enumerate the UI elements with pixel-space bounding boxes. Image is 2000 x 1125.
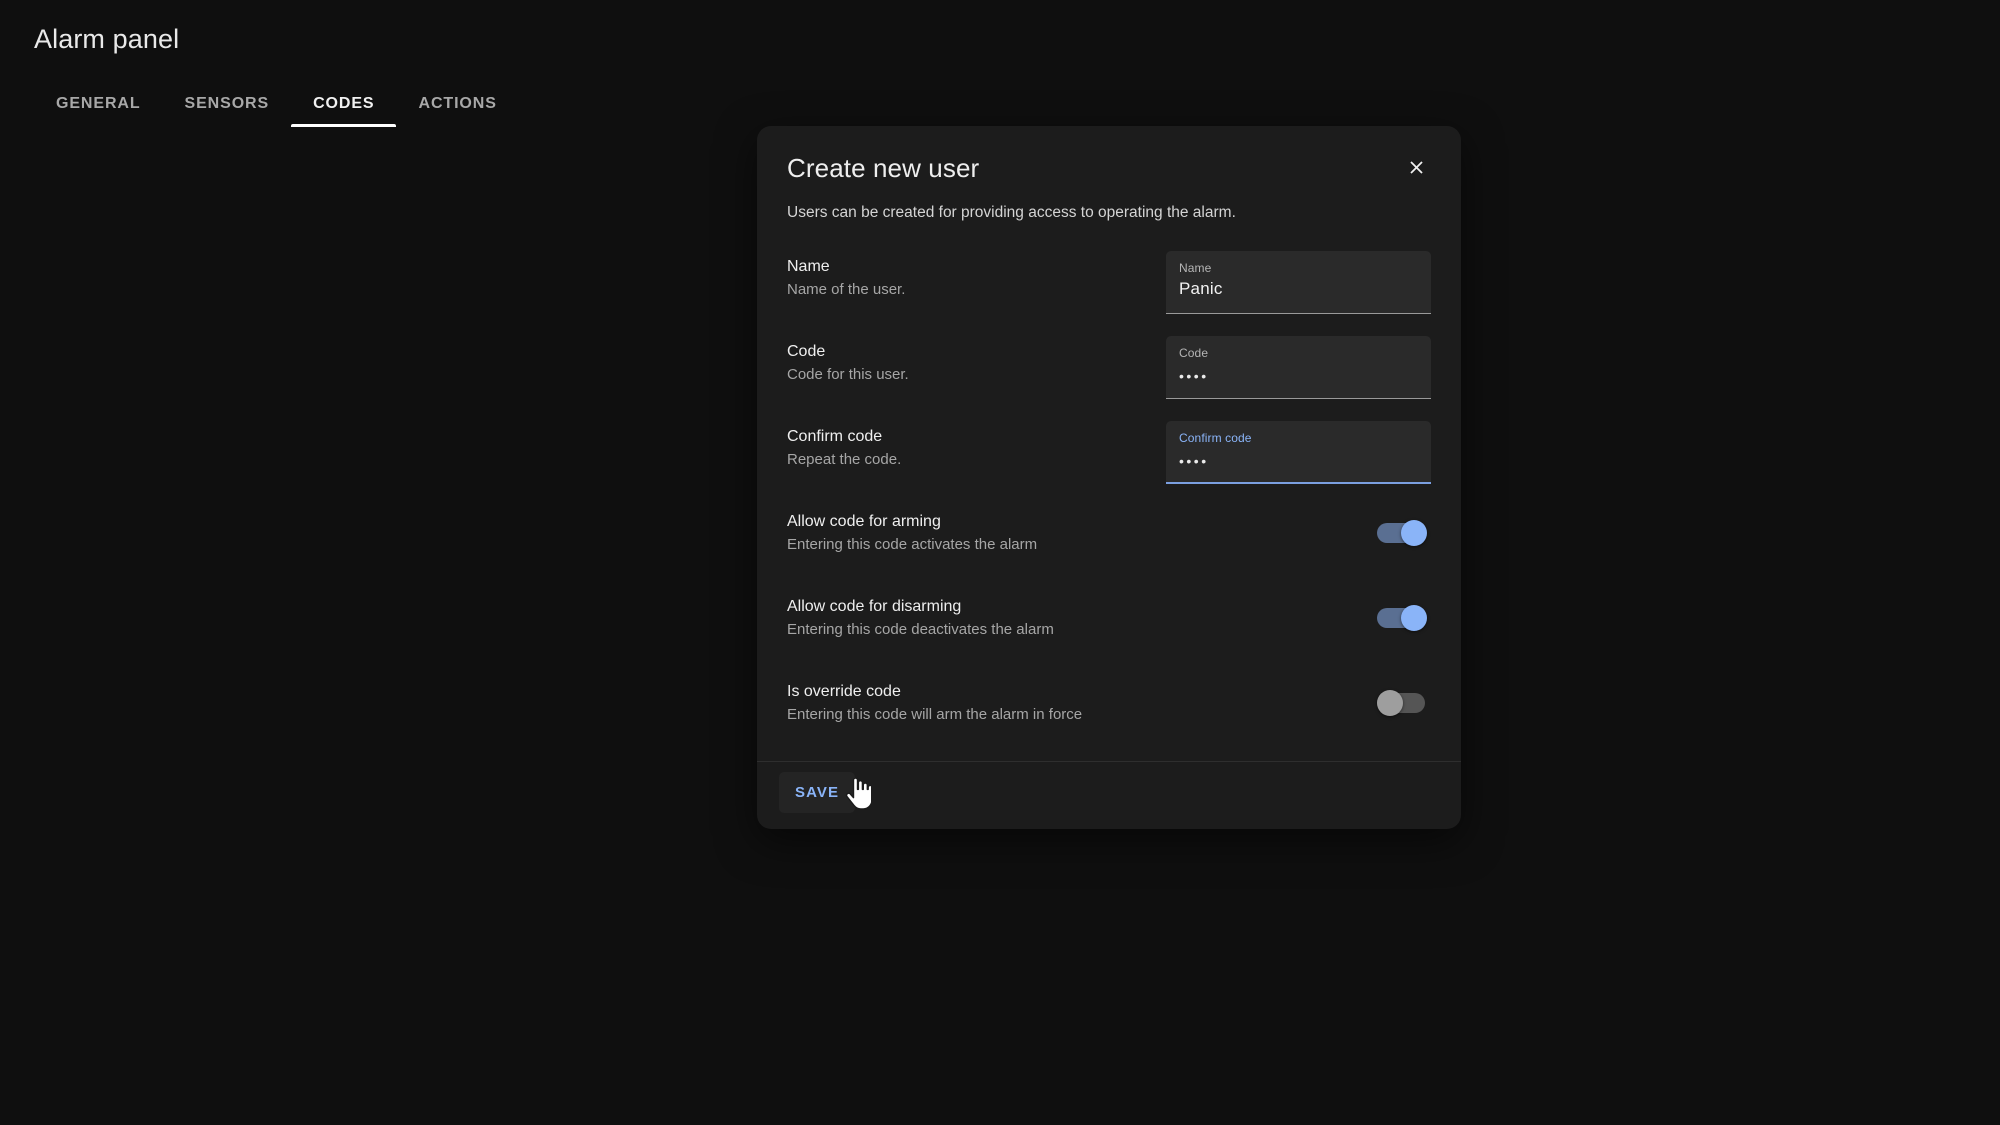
name-input[interactable]: Name Panic: [1166, 251, 1431, 314]
setting-row-confirm-code-title: Confirm code: [787, 428, 883, 445]
is-override-toggle-thumb: [1377, 690, 1403, 716]
setting-row-code-title: Code: [787, 343, 826, 360]
tab-bar: GENERAL SENSORS CODES ACTIONS: [34, 79, 2000, 127]
setting-row-is-override-desc: Entering this code will arm the alarm in…: [787, 706, 1083, 723]
code-input-value: ••••: [1179, 368, 1209, 384]
code-input-label: Code: [1179, 346, 1209, 360]
setting-row-confirm-code-text: Confirm code Repeat the code.: [787, 421, 901, 470]
setting-row-name-text: Name Name of the user.: [787, 251, 905, 300]
dialog-title: Create new user: [787, 153, 980, 183]
setting-row-confirm-code-desc: Repeat the code.: [787, 451, 902, 468]
tab-codes-label: CODES: [313, 95, 375, 112]
setting-row-allow-arming-text: Allow code for arming Entering this code…: [787, 506, 1037, 555]
close-icon: [1406, 157, 1427, 178]
is-override-toggle[interactable]: [1377, 690, 1429, 716]
setting-row-allow-arming: Allow code for arming Entering this code…: [787, 500, 1431, 585]
tab-sensors[interactable]: SENSORS: [163, 79, 292, 127]
tab-general-label: GENERAL: [56, 95, 141, 112]
dialog-subtitle: Users can be created for providing acces…: [787, 204, 1236, 221]
dialog-header: Create new user Users can be created for…: [757, 126, 1461, 223]
allow-disarming-toggle-thumb: [1401, 605, 1427, 631]
setting-row-allow-arming-title: Allow code for arming: [787, 513, 941, 530]
dialog-body: Name Name of the user. Name Panic Code C…: [757, 223, 1461, 761]
page-header: Alarm panel GENERAL SENSORS CODES ACTION…: [0, 0, 2000, 127]
tab-sensors-label: SENSORS: [184, 95, 270, 112]
setting-row-name-desc: Name of the user.: [787, 281, 906, 298]
setting-row-allow-disarming-text: Allow code for disarming Entering this c…: [787, 591, 1054, 640]
tab-codes[interactable]: CODES: [291, 79, 397, 127]
close-dialog-button[interactable]: [1395, 146, 1437, 188]
dialog-footer: SAVE: [757, 761, 1461, 829]
name-input-label: Name: [1179, 261, 1212, 275]
tab-general[interactable]: GENERAL: [34, 79, 163, 127]
allow-disarming-toggle[interactable]: [1377, 605, 1429, 631]
allow-arming-toggle[interactable]: [1377, 520, 1429, 546]
setting-row-is-override-text: Is override code Entering this code will…: [787, 676, 1082, 725]
setting-row-allow-disarming: Allow code for disarming Entering this c…: [787, 585, 1431, 670]
confirm-code-input-label: Confirm code: [1179, 431, 1252, 445]
create-new-user-dialog: Create new user Users can be created for…: [757, 126, 1461, 829]
setting-row-allow-disarming-desc: Entering this code deactivates the alarm: [787, 621, 1054, 638]
tab-actions[interactable]: ACTIONS: [396, 79, 518, 127]
allow-arming-toggle-thumb: [1401, 520, 1427, 546]
page-title: Alarm panel: [34, 24, 180, 54]
setting-row-name-title: Name: [787, 258, 830, 275]
setting-row-code: Code Code for this user. Code ••••: [787, 330, 1431, 415]
setting-row-allow-arming-desc: Entering this code activates the alarm: [787, 536, 1038, 553]
setting-row-allow-disarming-title: Allow code for disarming: [787, 598, 962, 615]
setting-row-name: Name Name of the user. Name Panic: [787, 245, 1431, 330]
setting-row-code-text: Code Code for this user.: [787, 336, 909, 385]
save-button[interactable]: SAVE: [779, 772, 856, 813]
tab-actions-label: ACTIONS: [418, 95, 497, 112]
setting-row-confirm-code: Confirm code Repeat the code. Confirm co…: [787, 415, 1431, 500]
name-input-value: Panic: [1179, 279, 1223, 298]
confirm-code-input-value: ••••: [1179, 453, 1209, 469]
setting-row-code-desc: Code for this user.: [787, 366, 909, 383]
setting-row-is-override-title: Is override code: [787, 683, 901, 700]
code-input[interactable]: Code ••••: [1166, 336, 1431, 399]
confirm-code-input[interactable]: Confirm code ••••: [1166, 421, 1431, 484]
setting-row-is-override: Is override code Entering this code will…: [787, 670, 1431, 755]
